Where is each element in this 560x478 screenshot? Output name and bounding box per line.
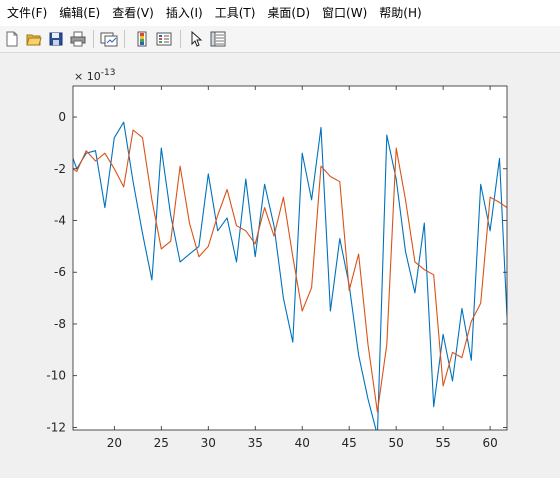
- figure-canvas: 20 25 30 35 40 45 50 55 60 0 -2 -4 -6 -8 -10 -12 × 10-1…: [0, 54, 560, 475]
- y-tick-label: -10: [46, 369, 66, 383]
- x-tick-label: 55: [435, 436, 450, 450]
- x-tick-label: 40: [295, 436, 310, 450]
- x-tick-label: 20: [107, 436, 122, 450]
- printer-icon: [70, 31, 86, 47]
- y-tick-label: 0: [58, 110, 66, 124]
- save-button[interactable]: [46, 29, 66, 49]
- toolbar-separator: [124, 30, 125, 48]
- new-document-icon: [6, 31, 18, 47]
- menu-tools[interactable]: 工具(T): [210, 2, 261, 24]
- toolbar-separator: [180, 30, 181, 48]
- y-tick-label: -2: [54, 162, 66, 176]
- print-button[interactable]: [68, 29, 88, 49]
- menu-insert[interactable]: 插入(I): [161, 2, 208, 24]
- y-tick-label: -12: [46, 420, 66, 434]
- insert-colorbar-button[interactable]: [132, 29, 152, 49]
- menu-desktop[interactable]: 桌面(D): [262, 2, 315, 24]
- menu-help[interactable]: 帮助(H): [374, 2, 426, 24]
- new-figure-button[interactable]: [2, 29, 22, 49]
- floppy-disk-icon: [49, 32, 63, 46]
- x-tick-label: 60: [482, 436, 497, 450]
- folder-open-icon: [26, 34, 42, 46]
- y-tick-label: -6: [54, 265, 66, 279]
- menu-bar: 文件(F) 编辑(E) 查看(V) 插入(I) 工具(T) 桌面(D) 窗口(W…: [0, 0, 560, 26]
- menu-edit[interactable]: 编辑(E): [54, 2, 105, 24]
- toolbar: [0, 26, 560, 53]
- axes-background[interactable]: [73, 86, 507, 430]
- y-tick-label: -8: [54, 317, 66, 331]
- menu-window[interactable]: 窗口(W): [317, 2, 372, 24]
- y-tick-label: -4: [54, 213, 66, 227]
- cursor-arrow-icon: [191, 31, 203, 47]
- x-tick-label: 50: [389, 436, 404, 450]
- edit-plot-button[interactable]: [186, 29, 206, 49]
- colorbar-icon: [137, 31, 147, 47]
- x-tick-label: 25: [154, 436, 169, 450]
- link-plot-button[interactable]: [99, 29, 119, 49]
- link-plot-icon: [100, 32, 118, 47]
- x-tick-label: 35: [248, 436, 263, 450]
- x-tick-label: 45: [342, 436, 357, 450]
- insert-legend-button[interactable]: [154, 29, 174, 49]
- menu-file[interactable]: 文件(F): [2, 2, 52, 24]
- property-inspector-icon: [210, 31, 226, 47]
- toolbar-separator: [93, 30, 94, 48]
- x-tick-label: 30: [201, 436, 216, 450]
- exponent-label: × 10-13: [74, 68, 115, 83]
- open-file-button[interactable]: [24, 29, 44, 49]
- menu-view[interactable]: 查看(V): [107, 2, 159, 24]
- legend-icon: [156, 32, 172, 46]
- plot-svg: 20 25 30 35 40 45 50 55 60 0 -2 -4 -6 -8 -10 -12 × 10-1…: [46, 68, 508, 450]
- property-inspector-button[interactable]: [208, 29, 228, 49]
